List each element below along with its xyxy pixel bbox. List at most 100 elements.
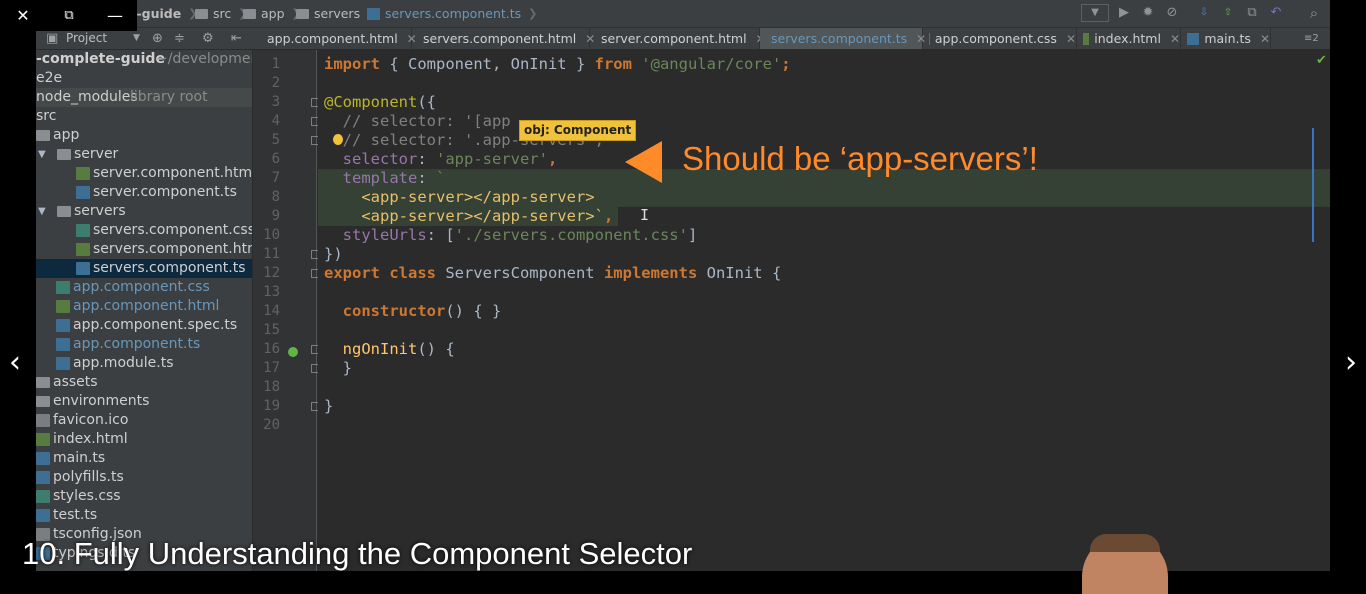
tree-item-test-ts[interactable]: test.ts	[36, 506, 252, 525]
folder-icon	[57, 206, 71, 217]
tree-item-root[interactable]: -complete-guide~/development/	[36, 50, 252, 69]
next-arrow-icon[interactable]: ›	[1336, 348, 1366, 378]
tree-item-app[interactable]: app	[36, 126, 252, 145]
tree-item-app-component-ts[interactable]: app.component.ts	[36, 335, 252, 354]
revert-icon[interactable]: ↶	[1268, 5, 1284, 21]
minimize-window-button[interactable]: —	[92, 0, 138, 31]
chevron-down-icon[interactable]: ▼	[133, 28, 140, 49]
code-token: styleUrls	[324, 226, 427, 244]
restore-window-button[interactable]: ⧉	[46, 0, 92, 31]
code-token: <app-server></app-server>	[324, 188, 595, 206]
tab-label: app.component.html	[267, 31, 398, 46]
breadcrumb-app[interactable]: app❯	[243, 0, 301, 27]
code-editor[interactable]: import { Component, OnInit } from '@angu…	[318, 50, 1330, 571]
tree-item-polyfills-ts[interactable]: polyfills.ts	[36, 468, 252, 487]
tabs-overflow-menu[interactable]: ≡2	[1298, 28, 1330, 49]
tab-servers-component-ts[interactable]: servers.component.ts ✕	[760, 28, 926, 49]
tree-item-app-component-html[interactable]: app.component.html	[36, 297, 252, 316]
chevron-down-icon[interactable]: ▼	[38, 202, 46, 221]
tree-item-app-component-spec-ts[interactable]: app.component.spec.ts	[36, 316, 252, 335]
lightbulb-icon[interactable]	[333, 134, 343, 145]
scrollbar-marker[interactable]	[1312, 128, 1314, 242]
tree-item-index-html[interactable]: index.html	[36, 430, 252, 449]
callout-arrow-icon	[625, 141, 662, 183]
debug-icon[interactable]: ✹	[1140, 5, 1156, 21]
tab-app-component-css[interactable]: app.component.css ✕	[923, 28, 1077, 49]
run-icon[interactable]: ▶	[1116, 5, 1132, 21]
check-icon: ✔	[1316, 53, 1327, 68]
profile-icon[interactable]: ⊘	[1164, 5, 1180, 21]
code-token: ,	[603, 207, 614, 225]
tree-item-assets[interactable]: assets	[36, 373, 252, 392]
code-token: 'app-server'	[436, 150, 548, 168]
tree-item-main-ts[interactable]: main.ts	[36, 449, 252, 468]
tree-item-node-modules[interactable]: node_modules library root	[36, 88, 252, 107]
line-number: 7	[271, 170, 280, 186]
tab-server-component-html[interactable]: server.component.html✕	[590, 28, 766, 49]
tree-item-servers-component-html[interactable]: servers.component.html	[36, 240, 252, 259]
ts-file-icon	[76, 262, 90, 275]
close-icon[interactable]: ✕	[1066, 32, 1076, 46]
line-number: 18	[263, 379, 280, 395]
tree-item-src[interactable]: src	[36, 107, 252, 126]
tree-item-server-component-ts[interactable]: server.component.ts	[36, 183, 252, 202]
code-line-4: // selector: '[app	[324, 112, 511, 131]
tree-item-styles-css[interactable]: styles.css	[36, 487, 252, 506]
line-number: 11	[263, 246, 280, 262]
target-icon[interactable]: ⊕	[152, 28, 163, 49]
vcs-commit-icon[interactable]: ⇧	[1220, 5, 1236, 21]
tree-item-label: servers.component.html	[93, 241, 252, 257]
tree-item-servers[interactable]: ▼ servers	[36, 202, 252, 221]
tab-app-component-html[interactable]: app.component.html ✕	[256, 28, 417, 49]
image-file-icon	[36, 414, 50, 427]
run-config-dropdown[interactable]: ▼	[1081, 4, 1109, 22]
close-icon[interactable]: ✕	[1260, 32, 1270, 46]
tab-index-html[interactable]: index.html ✕	[1077, 28, 1181, 49]
collapse-icon[interactable]: ≑	[174, 28, 185, 49]
tab-main-ts[interactable]: main.ts ✕	[1181, 28, 1271, 49]
compare-icon[interactable]: ⧉	[1244, 5, 1260, 21]
tree-item-app-module-ts[interactable]: app.module.ts	[36, 354, 252, 373]
css-file-icon	[76, 224, 90, 237]
tree-item-environments[interactable]: environments	[36, 392, 252, 411]
code-token: export class	[324, 264, 436, 282]
tree-item-label: app.component.css	[73, 279, 210, 295]
tab-label: index.html	[1094, 31, 1161, 46]
presenter-avatar	[1082, 534, 1168, 594]
chevron-down-icon[interactable]: ▼	[38, 145, 46, 164]
ts-file-icon	[367, 7, 380, 20]
implements-marker-icon[interactable]	[288, 347, 298, 357]
tree-item-servers-component-ts[interactable]: servers.component.ts	[36, 259, 252, 278]
tree-item-server[interactable]: ▼ server	[36, 145, 252, 164]
tree-item-label: server.component.ts	[93, 184, 237, 200]
project-label[interactable]: Project	[66, 28, 107, 49]
breadcrumb-file[interactable]: servers.component.ts ❯	[367, 0, 537, 27]
line-number: 8	[271, 189, 280, 205]
code-token: () {	[417, 340, 455, 358]
callout-annotation: Should be ‘app-servers’!	[682, 140, 1038, 177]
breadcrumb-servers[interactable]: servers❯	[296, 0, 376, 27]
code-token: :	[417, 150, 436, 168]
gear-icon[interactable]: ⚙	[202, 28, 214, 49]
search-icon[interactable]: ⌕	[1306, 5, 1322, 21]
tree-item-app-component-css[interactable]: app.component.css	[36, 278, 252, 297]
html-file-icon	[76, 167, 90, 180]
close-window-button[interactable]: ✕	[0, 0, 46, 31]
tree-item-e2e[interactable]: e2e	[36, 69, 252, 88]
breadcrumb-src[interactable]: src❯	[195, 0, 247, 27]
project-tree: -complete-guide~/development/ e2e node_m…	[36, 50, 252, 571]
tree-item-servers-component-css[interactable]: servers.component.css	[36, 221, 252, 240]
code-token: ;	[781, 55, 791, 73]
previous-arrow-icon[interactable]: ‹	[0, 348, 30, 378]
breadcrumb-project[interactable]: e-guide ❯	[128, 0, 197, 27]
hide-panel-icon[interactable]: ⇤	[231, 28, 242, 49]
chevron-right-icon: ❯	[528, 7, 538, 20]
tree-item-server-component-html[interactable]: server.component.html	[36, 164, 252, 183]
tab-servers-component-html[interactable]: servers.component.html ✕	[412, 28, 595, 49]
vcs-update-icon[interactable]: ⇩	[1196, 5, 1212, 21]
code-token: })	[324, 245, 343, 263]
tree-item-favicon[interactable]: favicon.ico	[36, 411, 252, 430]
close-icon[interactable]: ✕	[1170, 32, 1180, 46]
tabs-overflow-label: ≡2	[1304, 33, 1319, 44]
folder-icon	[57, 149, 71, 160]
